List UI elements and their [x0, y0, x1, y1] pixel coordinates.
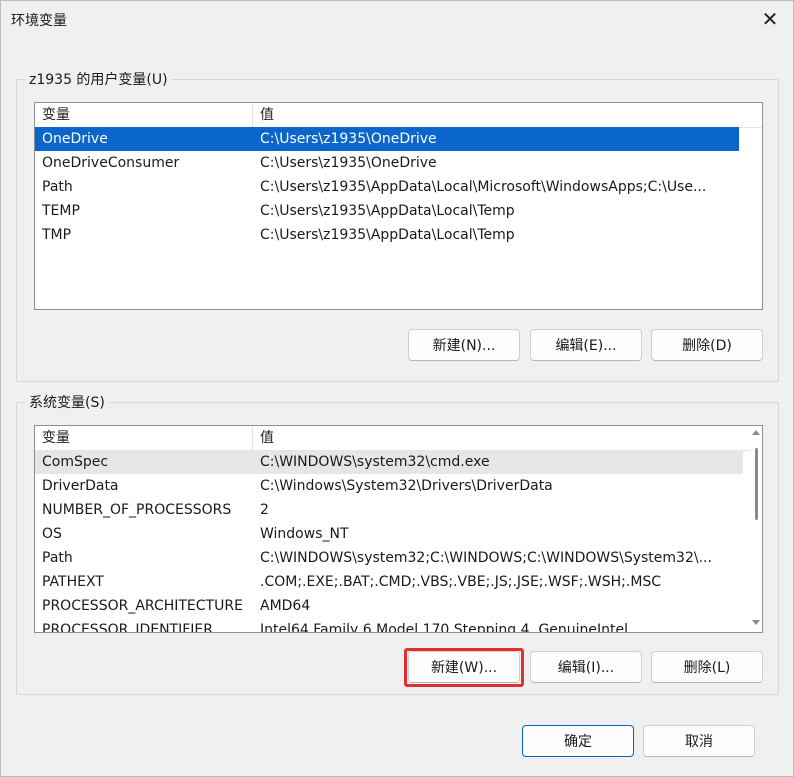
- cancel-button[interactable]: 取消: [643, 725, 755, 757]
- system-delete-button[interactable]: 删除(L): [651, 651, 763, 683]
- variable-value: C:\Users\z1935\OneDrive: [260, 131, 437, 147]
- system-variables-label: 系统变量(S): [25, 392, 109, 412]
- user-new-button[interactable]: 新建(N)...: [408, 329, 520, 361]
- scroll-down-arrow-icon[interactable]: [752, 620, 760, 625]
- variable-name: PROCESSOR_ARCHITECTURE: [42, 598, 243, 614]
- variable-value: C:\WINDOWS\system32;C:\WINDOWS;C:\WINDOW…: [260, 550, 712, 566]
- variable-value: C:\Users\z1935\AppData\Local\Temp: [260, 227, 515, 243]
- variable-value: C:\Users\z1935\OneDrive: [260, 155, 437, 171]
- variable-name: OS: [42, 526, 62, 542]
- variable-value: 2: [260, 502, 269, 518]
- list-item[interactable]: PROCESSOR_IDENTIFIER Intel64 Family 6 Mod…: [35, 618, 743, 633]
- list-item[interactable]: OS Windows_NT: [35, 522, 743, 546]
- list-item[interactable]: OneDrive C:\Users\z1935\OneDrive: [35, 127, 739, 151]
- list-item[interactable]: OneDriveConsumer C:\Users\z1935\OneDrive: [35, 151, 739, 175]
- scroll-up-arrow-icon[interactable]: [752, 430, 760, 435]
- variable-value: Windows_NT: [260, 526, 349, 542]
- list-header: 变量 值: [35, 103, 762, 128]
- list-item[interactable]: NUMBER_OF_PROCESSORS 2: [35, 498, 743, 522]
- close-icon[interactable]: ✕: [747, 1, 793, 37]
- list-item[interactable]: DriverData C:\Windows\System32\Drivers\Dr…: [35, 474, 743, 498]
- variable-name: DriverData: [42, 478, 119, 494]
- variable-value: C:\Users\z1935\AppData\Local\Temp: [260, 203, 515, 219]
- list-item[interactable]: PROCESSOR_ARCHITECTURE AMD64: [35, 594, 743, 618]
- variable-name: OneDrive: [42, 131, 108, 147]
- variable-name: NUMBER_OF_PROCESSORS: [42, 502, 232, 518]
- variable-name: TEMP: [42, 203, 80, 219]
- variable-value: AMD64: [260, 598, 311, 614]
- column-divider[interactable]: [252, 103, 253, 127]
- list-item[interactable]: TEMP C:\Users\z1935\AppData\Local\Temp: [35, 199, 739, 223]
- variable-value: C:\WINDOWS\system32\cmd.exe: [260, 454, 490, 470]
- variable-value: .COM;.EXE;.BAT;.CMD;.VBS;.VBE;.JS;.JSE;.…: [260, 574, 662, 590]
- list-header: 变量 值: [35, 426, 750, 451]
- list-item[interactable]: ComSpec C:\WINDOWS\system32\cmd.exe: [35, 450, 743, 474]
- variable-value: Intel64 Family 6 Model 170 Stepping 4, G…: [260, 622, 629, 633]
- user-delete-button[interactable]: 删除(D): [651, 329, 763, 361]
- vertical-scrollbar[interactable]: [751, 426, 761, 630]
- user-edit-button[interactable]: 编辑(E)...: [530, 329, 642, 361]
- list-item[interactable]: Path C:\WINDOWS\system32;C:\WINDOWS;C:\WI…: [35, 546, 743, 570]
- variable-name: ComSpec: [42, 454, 109, 470]
- variable-name: PROCESSOR_IDENTIFIER: [42, 622, 213, 633]
- variable-name: OneDriveConsumer: [42, 155, 180, 171]
- highlight-box: [404, 648, 524, 687]
- environment-variables-dialog: 环境变量 ✕ z1935 的用户变量(U) 变量 值 OneDrive C:\Us…: [0, 0, 794, 777]
- column-header-value[interactable]: 值: [260, 426, 740, 450]
- list-item[interactable]: TMP C:\Users\z1935\AppData\Local\Temp: [35, 223, 739, 247]
- system-variables-list[interactable]: 变量 值 ComSpec C:\WINDOWS\system32\cmd.exe D…: [34, 425, 763, 633]
- variable-value: C:\Users\z1935\AppData\Local\Microsoft\W…: [260, 179, 707, 195]
- user-variables-list[interactable]: 变量 值 OneDrive C:\Users\z1935\OneDrive OneD…: [34, 102, 763, 310]
- variable-name: PATHEXT: [42, 574, 104, 590]
- column-divider[interactable]: [252, 426, 253, 450]
- column-header-value[interactable]: 值: [260, 103, 740, 127]
- variable-name: Path: [42, 550, 73, 566]
- user-variables-label: z1935 的用户变量(U): [25, 69, 172, 89]
- dialog-title: 环境变量: [11, 13, 67, 29]
- user-variables-group: z1935 的用户变量(U) 变量 值 OneDrive C:\Users\z19…: [16, 69, 779, 382]
- column-header-name[interactable]: 变量: [42, 426, 242, 450]
- variable-name: Path: [42, 179, 73, 195]
- system-edit-button[interactable]: 编辑(I)...: [530, 651, 642, 683]
- system-variables-group: 系统变量(S) 变量 值 ComSpec C:\WINDOWS\system32\…: [16, 392, 779, 695]
- list-item[interactable]: Path C:\Users\z1935\AppData\Local\Microso…: [35, 175, 739, 199]
- list-item[interactable]: PATHEXT .COM;.EXE;.BAT;.CMD;.VBS;.VBE;.JS…: [35, 570, 743, 594]
- ok-button[interactable]: 确定: [522, 725, 634, 757]
- scrollbar-thumb[interactable]: [755, 448, 758, 520]
- variable-name: TMP: [42, 227, 72, 243]
- variable-value: C:\Windows\System32\Drivers\DriverData: [260, 478, 553, 494]
- column-header-name[interactable]: 变量: [42, 103, 242, 127]
